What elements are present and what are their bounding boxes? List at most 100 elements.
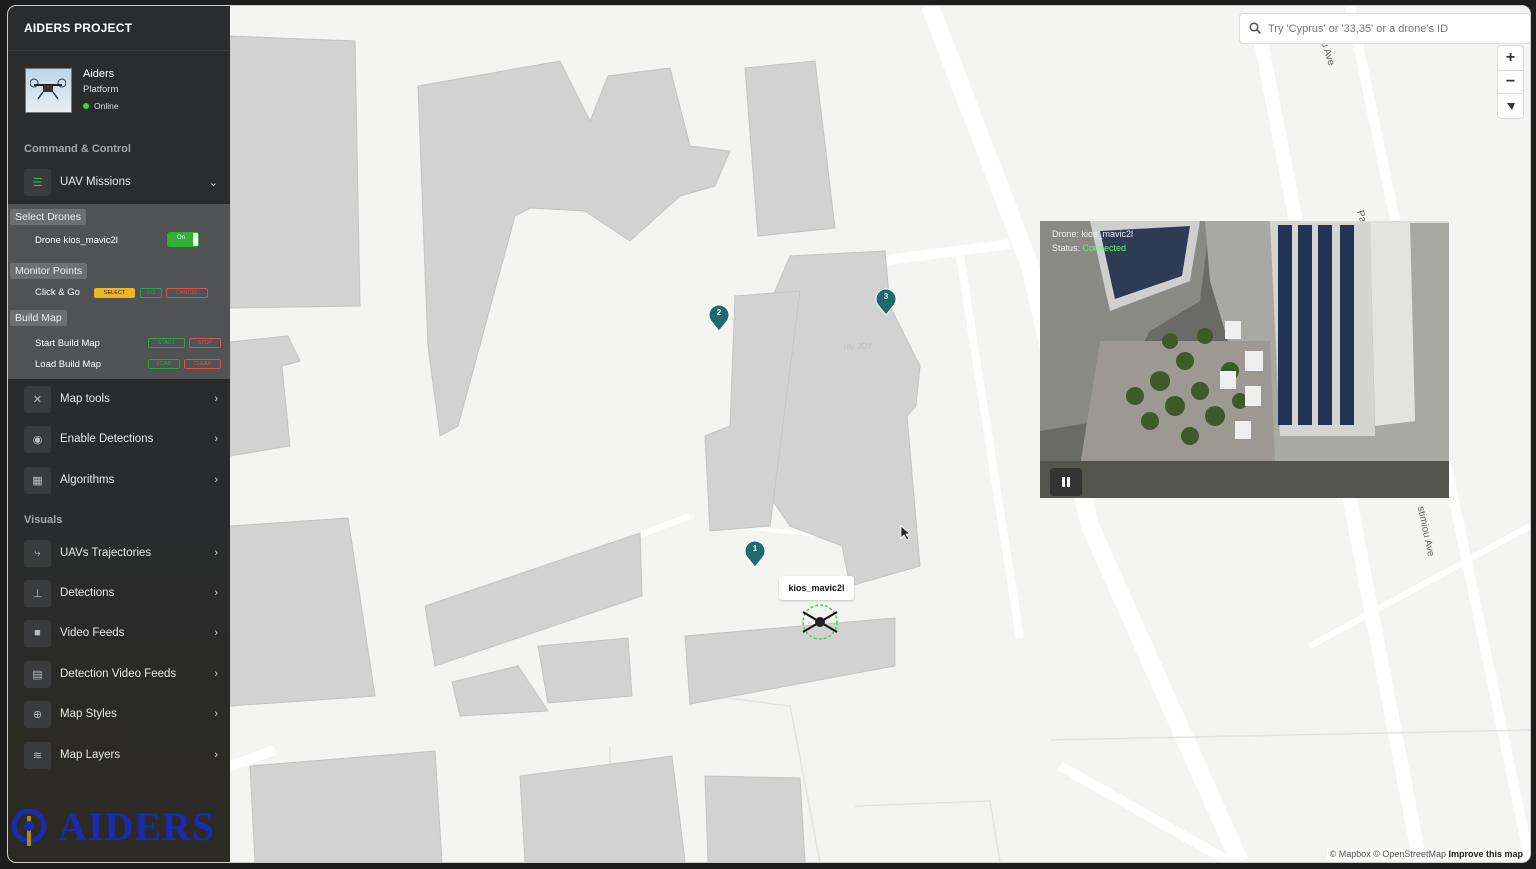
- globe-icon: ⊕: [24, 700, 51, 728]
- video-status: Status: Connected: [1052, 243, 1126, 253]
- section-command-control: Command & Control: [24, 143, 131, 155]
- chevron-right-icon: ›: [214, 433, 218, 445]
- cancel-button[interactable]: CANCEL: [166, 288, 208, 298]
- place-label: my JOY: [844, 342, 873, 351]
- menu-label: Detection Video Feeds: [60, 668, 177, 680]
- marker-number: 3: [883, 292, 889, 301]
- menu-label: Algorithms: [60, 474, 115, 486]
- app-title: AIDERS PROJECT: [8, 6, 230, 51]
- calculator-icon: ▦: [24, 466, 51, 494]
- video-drone-id: Drone: kios_mavic2l: [1052, 229, 1134, 239]
- video-status-value: Connected: [1082, 243, 1127, 253]
- search-input[interactable]: Try 'Cyprus' or '33,35' or a drone's ID: [1268, 23, 1448, 35]
- mouse-cursor-icon: [900, 525, 912, 541]
- status-text: Online: [94, 101, 119, 111]
- aiders-logo-icon: [11, 808, 47, 846]
- menu-video-feeds[interactable]: ■ Video Feeds ›: [8, 613, 230, 653]
- load-build-label: Load Build Map: [35, 359, 102, 370]
- zoom-in-button[interactable]: +: [1498, 46, 1523, 70]
- menu-label: UAV Missions: [60, 176, 131, 188]
- marker-number: 2: [716, 308, 722, 317]
- route-icon: ⤷: [24, 539, 51, 567]
- osm-credit-link[interactable]: © OpenStreetMap: [1373, 849, 1446, 859]
- menu-label: Map Layers: [60, 749, 121, 761]
- menu-label: Map Styles: [60, 708, 117, 720]
- user-profile[interactable]: Aiders Platform Online: [25, 68, 225, 114]
- aiders-logo-text: AIDERS: [58, 804, 216, 849]
- compass-icon: [1506, 103, 1515, 110]
- menu-detection-video-feeds[interactable]: ▤ Detection Video Feeds ›: [8, 654, 230, 694]
- menu-label: Enable Detections: [60, 433, 154, 445]
- drone-popup-label: kios_mavic2l: [779, 576, 854, 600]
- compass-button[interactable]: [1498, 94, 1523, 118]
- pause-icon: [1062, 477, 1070, 487]
- location-search[interactable]: Try 'Cyprus' or '33,35' or a drone's ID: [1240, 14, 1530, 43]
- drone-toggle[interactable]: On: [167, 232, 199, 247]
- profile-name: Aiders: [83, 68, 115, 80]
- start-build-label: Start Build Map: [35, 338, 100, 349]
- avatar: [25, 68, 72, 113]
- select-button[interactable]: SELECT: [94, 288, 135, 298]
- menu-uavs-trajectories[interactable]: ⤷ UAVs Trajectories ›: [8, 533, 230, 573]
- person-icon: ⊥: [24, 579, 51, 607]
- sidebar: AIDERS PROJECT Aiders Platform Online Co…: [8, 6, 230, 862]
- zoom-out-button[interactable]: −: [1498, 70, 1523, 94]
- toggle-label: On: [177, 235, 186, 241]
- drone-row-label: Drone kios_mavic2l: [35, 235, 118, 246]
- uav-missions-panel: Select Drones Drone kios_mavic2l Monitor…: [8, 204, 230, 379]
- list-icon: ☰: [24, 168, 51, 196]
- pause-button[interactable]: [1050, 468, 1082, 496]
- chevron-right-icon: ›: [214, 627, 218, 639]
- drone-icon[interactable]: [795, 604, 845, 640]
- zoom-controls: + −: [1498, 46, 1523, 118]
- layers-icon: ≋: [24, 741, 51, 769]
- video-status-prefix: Status:: [1052, 243, 1083, 253]
- start-button[interactable]: START: [148, 338, 185, 348]
- menu-label: Map tools: [60, 393, 110, 405]
- mapbox-credit-link[interactable]: © Mapbox: [1330, 849, 1371, 859]
- chevron-right-icon: ›: [214, 474, 218, 486]
- map-canvas[interactable]: my JOY u Ave Pa stimiou Ave 2 3 1 kios_m…: [230, 6, 1530, 862]
- toggle-knob: [193, 233, 198, 246]
- stop-button[interactable]: STOP: [189, 338, 221, 348]
- chevron-down-icon: ⌄: [208, 176, 218, 189]
- search-icon: [1249, 22, 1261, 34]
- video-feed-panel[interactable]: Drone: kios_mavic2l Status: Connected: [1040, 221, 1449, 498]
- menu-label: Video Feeds: [60, 627, 125, 639]
- improve-map-link[interactable]: Improve this map: [1448, 849, 1523, 859]
- menu-map-styles[interactable]: ⊕ Map Styles ›: [8, 694, 230, 734]
- clear-button[interactable]: CLEAR: [184, 359, 221, 369]
- chevron-right-icon: ›: [214, 547, 218, 559]
- app-window: AIDERS PROJECT Aiders Platform Online Co…: [8, 6, 1530, 862]
- select-drones-header: Select Drones: [10, 209, 86, 225]
- build-map-header: Build Map: [10, 310, 67, 326]
- monitor-points-header: Monitor Points: [10, 263, 88, 279]
- go-button[interactable]: GO: [140, 288, 162, 298]
- online-dot-icon: [83, 103, 89, 109]
- aerial-video-frame: [1040, 221, 1449, 498]
- chevron-right-icon: ›: [214, 749, 218, 761]
- status-badge: Online: [83, 101, 119, 111]
- load-button[interactable]: LOAD: [148, 359, 180, 369]
- click-go-label: Click & Go: [35, 287, 80, 298]
- chevron-right-icon: ›: [214, 708, 218, 720]
- marker-number: 1: [752, 544, 758, 553]
- chevron-right-icon: ›: [214, 587, 218, 599]
- menu-map-tools[interactable]: ✕ Map tools ›: [8, 379, 230, 419]
- video-camera-icon: ■: [24, 619, 51, 647]
- menu-enable-detections[interactable]: ◉ Enable Detections ›: [8, 419, 230, 459]
- film-icon: ▤: [24, 660, 51, 688]
- chevron-right-icon: ›: [214, 393, 218, 405]
- eye-icon: ◉: [24, 425, 51, 453]
- menu-detections[interactable]: ⊥ Detections ›: [8, 573, 230, 613]
- menu-uav-missions[interactable]: ☰ UAV Missions ⌄: [8, 162, 230, 202]
- menu-label: UAVs Trajectories: [60, 547, 152, 559]
- section-visuals: Visuals: [24, 514, 63, 526]
- map-attribution: © Mapbox © OpenStreetMap Improve this ma…: [1326, 848, 1526, 860]
- waypoint-marker-1[interactable]: 1: [744, 540, 766, 568]
- chevron-right-icon: ›: [214, 668, 218, 680]
- waypoint-marker-3[interactable]: 3: [875, 288, 897, 316]
- menu-map-layers[interactable]: ≋ Map Layers ›: [8, 735, 230, 775]
- menu-algorithms[interactable]: ▦ Algorithms ›: [8, 460, 230, 500]
- waypoint-marker-2[interactable]: 2: [708, 304, 730, 332]
